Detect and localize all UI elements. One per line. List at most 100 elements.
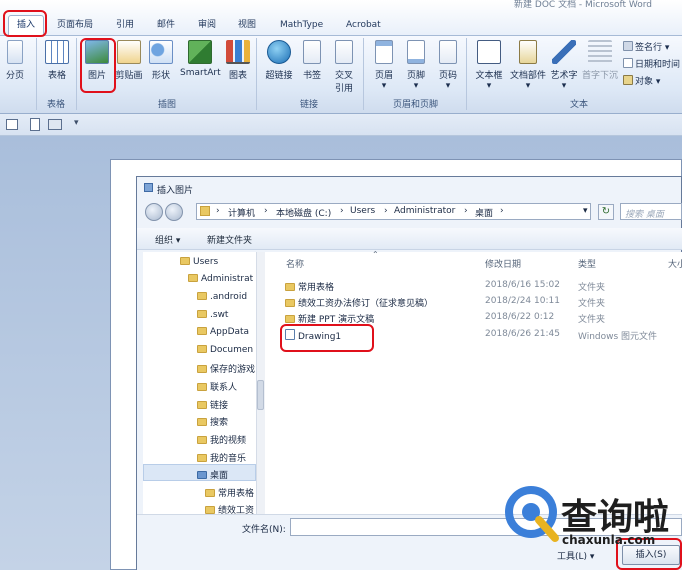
bookmark-button[interactable]: 书签 [298, 40, 326, 81]
drop-cap-button[interactable]: 首字下沉 [580, 40, 620, 81]
nav-item-videos[interactable]: 我的视频 [197, 433, 246, 446]
breadcrumb-administrator[interactable]: Administrator [394, 206, 455, 216]
folder-icon [197, 310, 207, 318]
cross-reference-button[interactable]: 交叉 引用 [330, 40, 358, 94]
tab-page-layout[interactable]: 页面布局 [57, 16, 93, 34]
chart-icon [226, 40, 250, 64]
nav-item-android[interactable]: .android [197, 292, 247, 302]
column-header-type[interactable]: 类型 [578, 257, 596, 270]
tab-mailings[interactable]: 邮件 [157, 16, 175, 34]
tab-view[interactable]: 视图 [238, 16, 256, 34]
footer-button[interactable]: 页脚 ▾ [402, 40, 430, 91]
nav-item-documents[interactable]: Documen [197, 345, 253, 355]
nav-item-users[interactable]: Users [180, 257, 218, 267]
customize-qat-icon[interactable]: ▾ [74, 118, 79, 128]
date-time-button[interactable]: 日期和时间 [623, 57, 680, 70]
search-input[interactable]: 搜索 桌面 [620, 203, 682, 220]
highlight-drawing-file [280, 324, 374, 352]
nav-item-links[interactable]: 链接 [197, 398, 228, 411]
shapes-icon [149, 40, 173, 64]
nav-item-swt[interactable]: .swt [197, 310, 228, 320]
music-icon [197, 454, 207, 462]
shapes-button[interactable]: 形状 [146, 40, 176, 81]
tab-references[interactable]: 引用 [116, 16, 134, 34]
object-button[interactable]: 对象 ▾ [623, 74, 660, 87]
tools-button[interactable]: 工具(L) ▾ [557, 549, 594, 562]
filename-label: 文件名(N): [242, 525, 286, 535]
hyperlink-button[interactable]: 超链接 [263, 40, 295, 81]
file-row[interactable]: 绩效工资办法修订（征求意见稿） [285, 296, 433, 309]
calendar-icon [623, 58, 633, 68]
new-document-icon[interactable] [30, 118, 40, 131]
wordart-button[interactable]: 艺术字 ▾ [548, 40, 580, 91]
textbox-icon [477, 40, 501, 64]
folder-icon [197, 292, 207, 300]
smartart-button[interactable]: SmartArt [180, 40, 221, 78]
new-folder-button[interactable]: 新建文件夹 [207, 233, 252, 246]
links-icon [197, 401, 207, 409]
tab-mathtype[interactable]: MathType [280, 16, 323, 34]
contacts-icon [197, 383, 207, 391]
clipart-button[interactable]: 剪贴画 [114, 40, 144, 81]
edit-icon[interactable] [6, 119, 18, 130]
ribbon-separator [36, 38, 37, 110]
column-header-name[interactable]: 名称 [286, 257, 304, 270]
organize-button[interactable]: 组织 ▾ [155, 233, 180, 246]
refresh-icon[interactable]: ↻ [598, 204, 614, 220]
nav-item-desktop[interactable]: 桌面 [197, 468, 228, 481]
ribbon-separator [466, 38, 467, 110]
nav-item-administrator[interactable]: Administrat [188, 274, 253, 284]
quick-parts-button[interactable]: 文档部件 ▾ [508, 40, 548, 91]
ribbon-separator [76, 38, 77, 110]
file-row[interactable]: 常用表格 [285, 280, 334, 293]
nav-item-searches[interactable]: 搜索 [197, 415, 228, 428]
chart-button[interactable]: 图表 [224, 40, 252, 81]
folder-icon [197, 327, 207, 335]
column-header-size[interactable]: 大小 [668, 257, 682, 270]
ribbon-tab-bar: 新建 DOC 文档 - Microsoft Word [0, 0, 682, 36]
signature-line-button[interactable]: 签名行 ▾ [623, 40, 669, 53]
table-button[interactable]: 表格 [42, 40, 72, 81]
page-number-icon [439, 40, 457, 64]
column-header-date[interactable]: 修改日期 [485, 257, 521, 270]
tab-acrobat[interactable]: Acrobat [346, 16, 381, 34]
nav-scrollbar-thumb[interactable] [257, 380, 264, 410]
drop-cap-icon [588, 40, 612, 64]
footer-icon [407, 40, 425, 64]
breadcrumb-computer[interactable]: 计算机 [228, 206, 255, 219]
nav-item-saved-games[interactable]: 保存的游戏 [197, 362, 255, 375]
folder-icon [180, 257, 190, 265]
quick-access-toolbar: ▾ [0, 114, 682, 136]
folder-icon [285, 299, 295, 307]
textbox-button[interactable]: 文本框 ▾ [472, 40, 506, 91]
watermark-logo-icon [505, 486, 559, 542]
nav-item-common-tables[interactable]: 常用表格 [205, 486, 254, 499]
print-icon[interactable] [48, 119, 62, 130]
dialog-title: 插入图片 [157, 186, 194, 196]
clipart-icon [117, 40, 141, 64]
video-icon [197, 436, 207, 444]
forward-button[interactable] [165, 203, 183, 221]
page-break-button[interactable]: 分页 [2, 40, 28, 81]
search-icon [197, 418, 207, 426]
page-number-button[interactable]: 页码 ▾ [434, 40, 462, 91]
tab-review[interactable]: 审阅 [198, 16, 216, 34]
group-label-illustrations: 插图 [158, 100, 177, 110]
ribbon-separator [363, 38, 364, 110]
watermark-url: chaxunla.com [562, 533, 656, 547]
breadcrumb-local-disk[interactable]: 本地磁盘 (C:) [276, 206, 331, 219]
dialog-app-icon [144, 183, 153, 192]
group-label-header-footer: 页眉和页脚 [393, 100, 439, 110]
back-button[interactable] [145, 203, 163, 221]
nav-item-contacts[interactable]: 联系人 [197, 380, 237, 393]
breadcrumb-users[interactable]: Users [350, 206, 375, 216]
header-button[interactable]: 页眉 ▾ [370, 40, 398, 91]
breadcrumb-desktop[interactable]: 桌面 [475, 206, 493, 219]
folder-icon [197, 365, 207, 373]
highlight-insert-tab [3, 10, 47, 37]
bookmark-icon [303, 40, 321, 64]
address-dropdown-icon[interactable]: ▾ [583, 206, 588, 216]
nav-item-appdata[interactable]: AppData [197, 327, 249, 337]
folder-icon [197, 471, 207, 479]
nav-item-music[interactable]: 我的音乐 [197, 451, 246, 464]
